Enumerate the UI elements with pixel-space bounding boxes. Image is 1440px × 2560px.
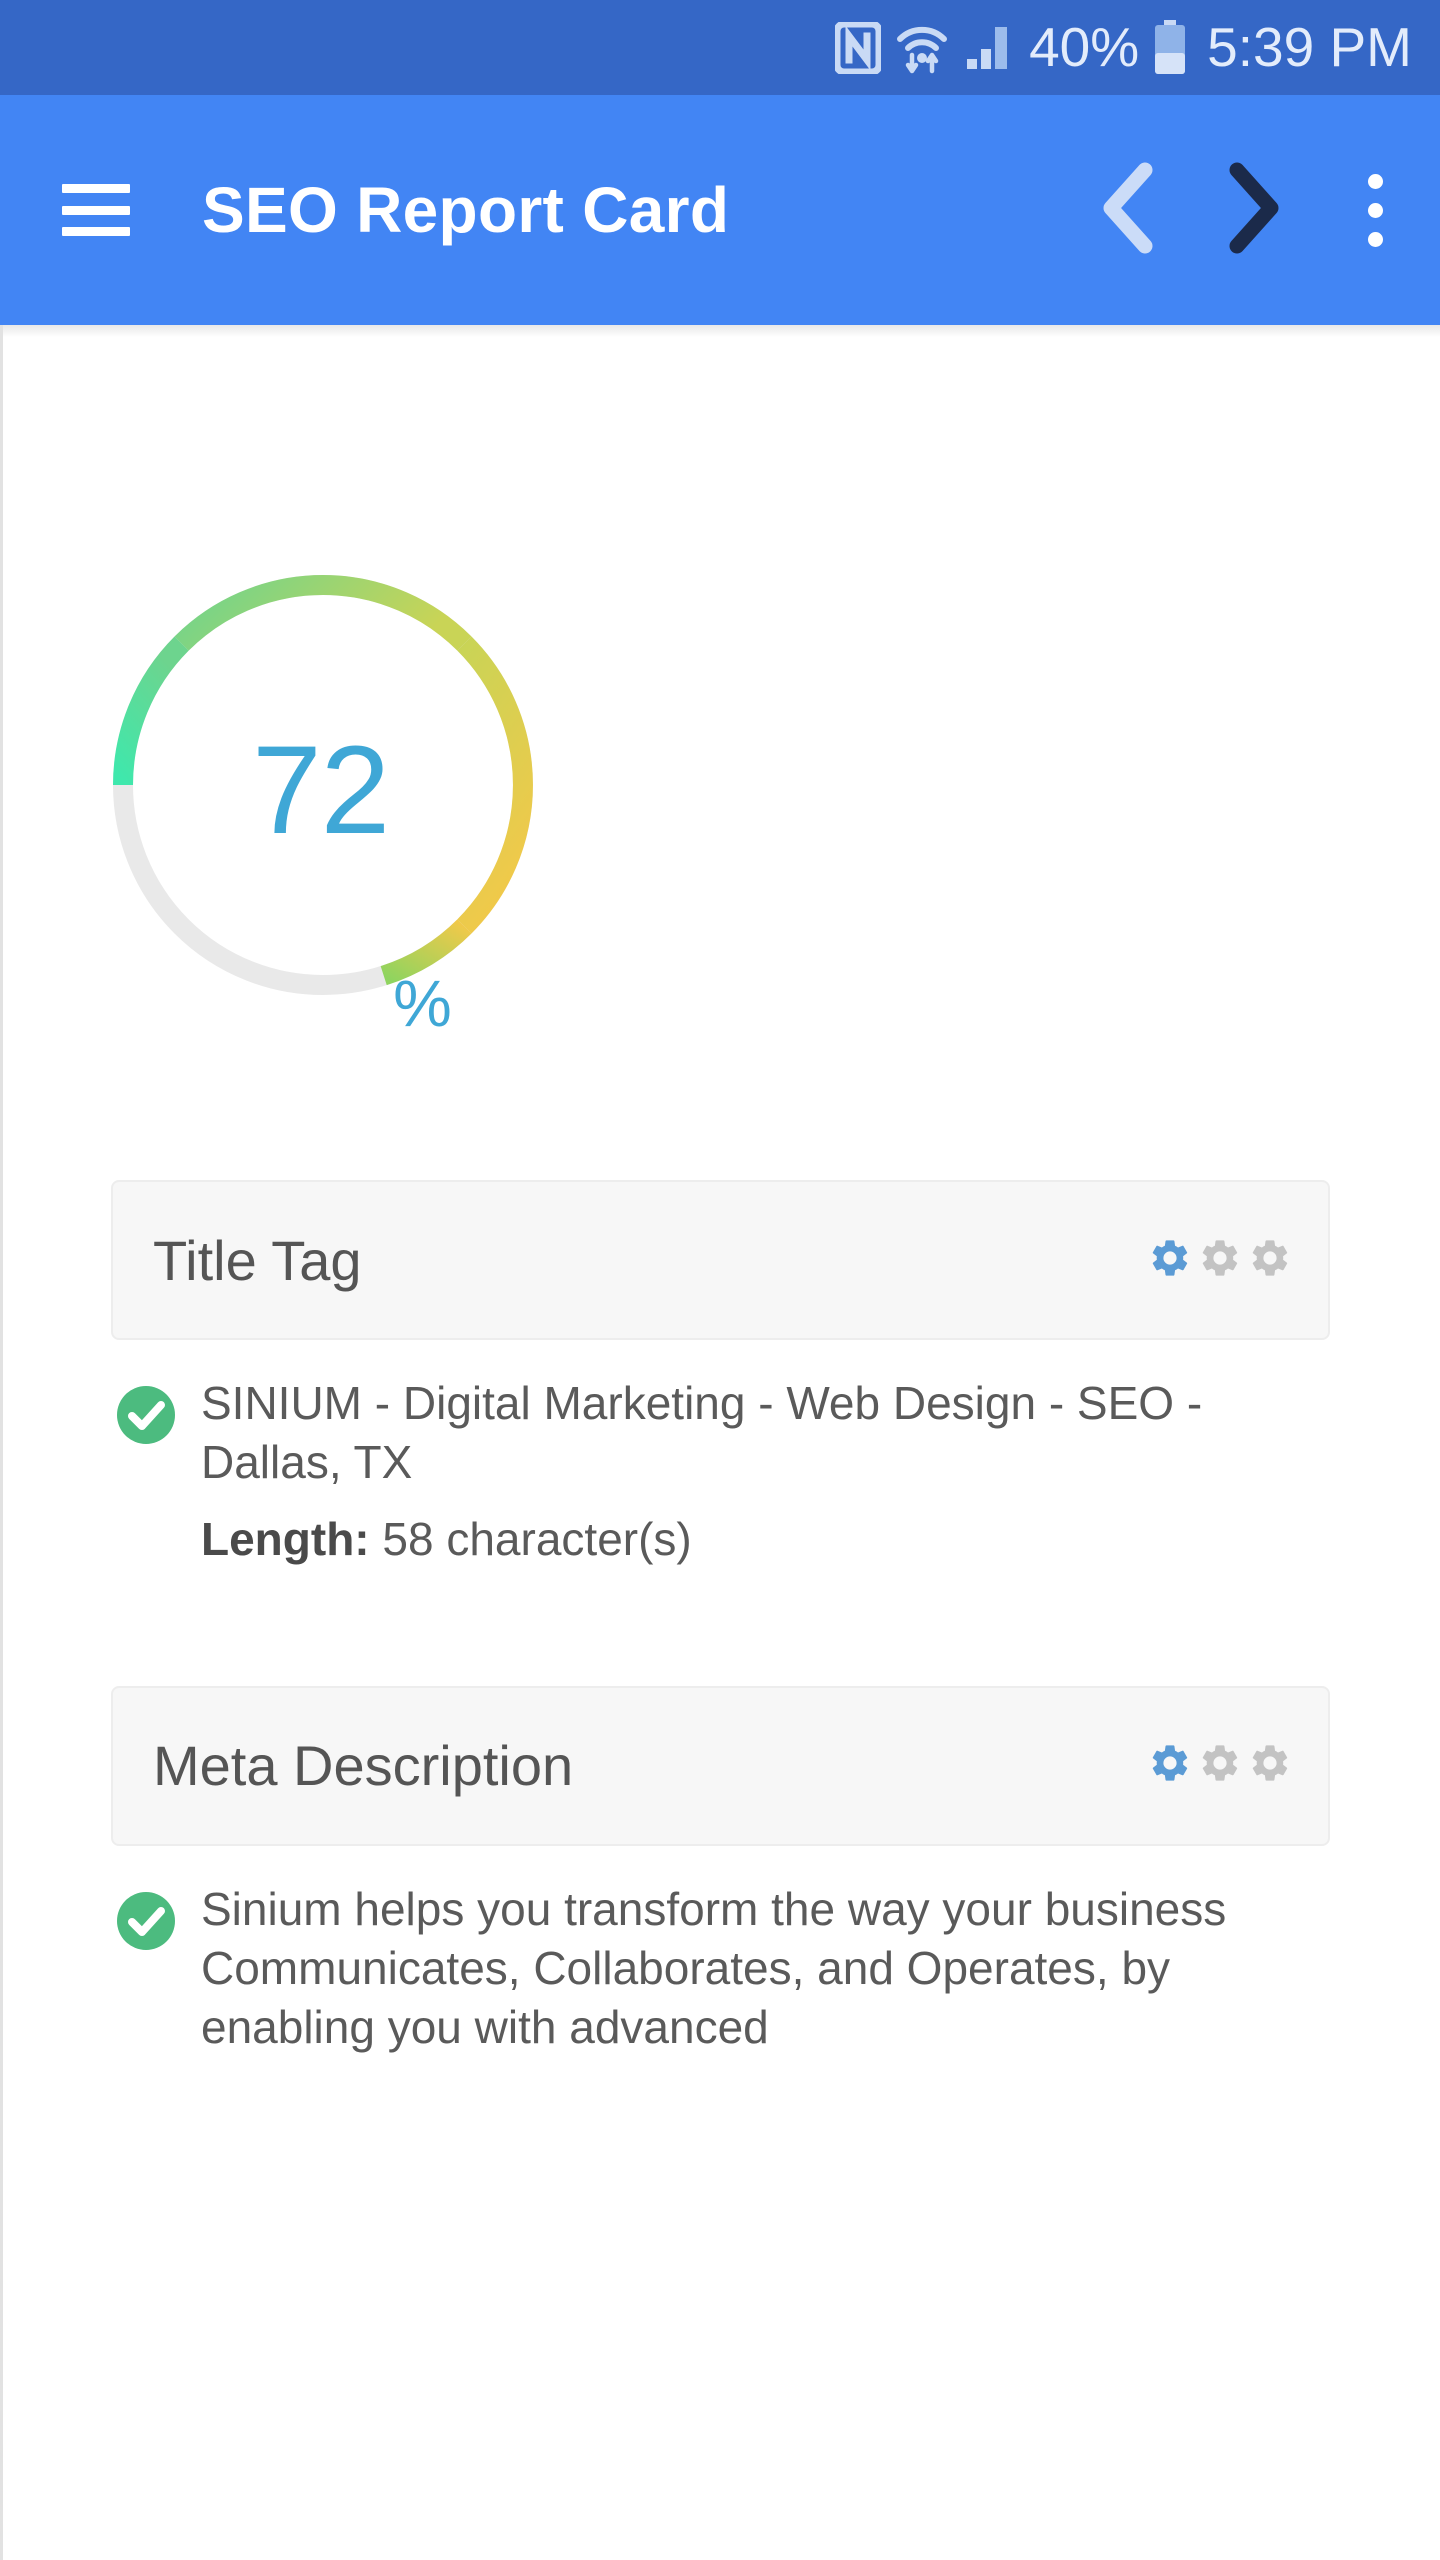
rating-gears[interactable] — [1148, 1741, 1292, 1790]
section-title-tag: Title Tag SINIUM - Digital Marketing - W… — [111, 1180, 1330, 1566]
previous-button[interactable] — [1070, 95, 1190, 325]
app-bar-actions — [1070, 95, 1440, 325]
title-tag-length: Length: 58 character(s) — [201, 1512, 1281, 1566]
section-header[interactable]: Meta Description — [111, 1685, 1330, 1846]
section-title: Meta Description — [153, 1734, 574, 1798]
battery-icon — [1153, 19, 1187, 76]
section-body: Sinium helps you transform the way your … — [111, 1846, 1330, 2057]
status-bar: 40% 5:39 PM — [0, 0, 1440, 95]
section-header[interactable]: Title Tag — [111, 1180, 1330, 1340]
section-text-block: SINIUM - Digital Marketing - Web Design … — [201, 1374, 1281, 1566]
gear-icon — [1198, 1741, 1242, 1790]
score-gauge-label: 72 % — [73, 530, 613, 1050]
app-screen: 40% 5:39 PM SEO Report Card 72 % Title T… — [0, 0, 1440, 2560]
more-vertical-icon[interactable] — [1310, 95, 1440, 325]
nfc-icon — [835, 21, 882, 74]
gear-icon — [1198, 1236, 1242, 1285]
score-value: 72 — [252, 720, 390, 860]
section-meta-description: Meta Description Sinium helps you transf… — [111, 1685, 1330, 2057]
gear-icon — [1248, 1741, 1292, 1790]
battery-percent-label: 40% — [1029, 16, 1140, 78]
hamburger-menu-icon[interactable] — [62, 184, 130, 236]
gear-icon — [1148, 1741, 1192, 1790]
report-content: 72 % Title Tag SINIUM - Digital Marketin… — [0, 325, 1440, 2560]
section-title: Title Tag — [153, 1228, 362, 1292]
clock-label: 5:39 PM — [1207, 16, 1412, 78]
page-title: SEO Report Card — [202, 174, 730, 246]
length-label: Length: — [201, 1512, 370, 1565]
meta-description-value: Sinium helps you transform the way your … — [201, 1882, 1227, 2053]
next-button[interactable] — [1190, 95, 1310, 325]
app-bar: SEO Report Card — [0, 95, 1440, 339]
score-gauge: 72 % — [73, 530, 613, 1050]
rating-gears[interactable] — [1148, 1236, 1292, 1285]
length-value: 58 character(s) — [382, 1512, 692, 1565]
score-unit: % — [393, 966, 452, 1040]
section-body: SINIUM - Digital Marketing - Web Design … — [111, 1340, 1330, 1566]
chevron-left-icon — [1097, 160, 1163, 261]
check-circle-icon — [115, 1384, 177, 1566]
cellular-signal-icon — [963, 23, 1015, 73]
title-tag-value: SINIUM - Digital Marketing - Web Design … — [201, 1377, 1203, 1488]
chevron-right-icon — [1217, 160, 1283, 261]
check-circle-icon — [115, 1890, 177, 2057]
gear-icon — [1248, 1236, 1292, 1285]
section-text-block: Sinium helps you transform the way your … — [201, 1880, 1281, 2057]
gear-icon — [1148, 1236, 1192, 1285]
wifi-icon — [895, 21, 949, 75]
